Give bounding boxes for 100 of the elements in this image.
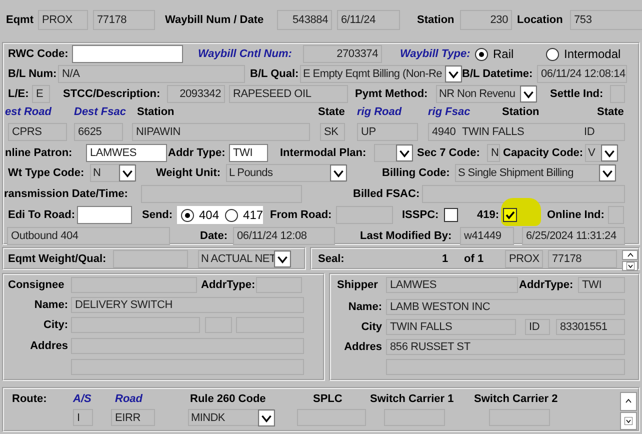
text-field[interactable]: Outbound 404 xyxy=(7,227,170,245)
caret-icon xyxy=(330,164,347,182)
field-label: Name: xyxy=(33,299,68,311)
text-field[interactable]: E xyxy=(32,85,50,103)
text-field[interactable]: TWI xyxy=(578,277,625,293)
radio-button[interactable]: Intermodal xyxy=(546,47,621,61)
field-label: Capacity Code: xyxy=(503,147,584,159)
radio-button[interactable]: 417 xyxy=(225,208,264,222)
field-label: B/L Num: xyxy=(8,68,58,80)
field-label: Switch Carrier 1 xyxy=(370,393,455,405)
dropdown[interactable]: L Pounds xyxy=(226,164,346,182)
text-field[interactable]: 2093342 xyxy=(167,85,225,103)
text-field[interactable] xyxy=(113,250,188,268)
text-field[interactable]: 77178 xyxy=(548,250,617,268)
text-field[interactable]: 4940 TWIN FALLS ID xyxy=(428,123,625,141)
caret-icon xyxy=(599,164,616,182)
text-field[interactable]: CPRS xyxy=(8,123,67,141)
text-field[interactable]: N/A xyxy=(58,65,245,83)
spin-down-button[interactable] xyxy=(622,261,638,271)
text-field[interactable]: TWIN FALLS xyxy=(386,319,516,335)
field-label: A/S xyxy=(73,393,92,405)
input-field[interactable]: LAMWES xyxy=(86,144,167,162)
field-label: Wt Type Code: xyxy=(8,167,86,179)
text-field[interactable]: 77178 xyxy=(93,10,155,30)
dropdown[interactable]: E Empty Eqmt Billing (Non-Re xyxy=(300,65,461,83)
text-field[interactable]: 230 xyxy=(460,10,512,30)
input-field[interactable] xyxy=(77,206,132,224)
text-field[interactable]: 06/11/24 12:08 xyxy=(233,227,335,245)
text-field[interactable]: 543884 xyxy=(277,10,332,30)
field-label: Eqmt xyxy=(6,14,34,26)
field-label: State xyxy=(597,106,624,118)
text-field[interactable]: 753 xyxy=(570,10,642,30)
field-label: Switch Carrier 2 xyxy=(474,393,559,405)
field-label: AddrType: xyxy=(519,279,574,291)
field-label: RWC Code: xyxy=(8,48,70,60)
text-field[interactable]: 6/11/24 xyxy=(337,10,400,30)
field-text: ID xyxy=(584,126,595,138)
dropdown[interactable]: S Single Shipment Billing xyxy=(455,164,615,182)
text-field[interactable]: UP xyxy=(357,123,418,141)
field-label: Location xyxy=(517,14,564,26)
text-field[interactable]: 06/11/24 12:08:14 xyxy=(537,65,627,83)
caret-icon xyxy=(258,409,275,426)
text-field[interactable]: 2703374 xyxy=(303,45,382,63)
text-field[interactable]: I xyxy=(73,409,93,426)
field-label: rig Fsac xyxy=(428,106,472,118)
text-field[interactable]: PROX xyxy=(505,250,543,268)
checkbox[interactable] xyxy=(444,208,458,222)
dropdown[interactable] xyxy=(374,144,412,162)
text-field[interactable] xyxy=(422,185,625,203)
field-label: Road xyxy=(115,393,144,405)
field-label: ransmission Date/Time: xyxy=(4,188,129,200)
field-label: Date: xyxy=(200,230,229,242)
field-label: Settle Ind: xyxy=(550,88,604,100)
text-field[interactable]: 6/25/2024 11:31:24 xyxy=(522,227,625,245)
field-label: nline Patron: xyxy=(5,147,74,159)
radio-button[interactable]: 404 xyxy=(181,208,220,222)
field-label: Billed FSAC: xyxy=(353,188,421,200)
text-field[interactable]: DELIVERY SWITCH xyxy=(71,297,304,313)
field-label: Eqmt Weight/Qual: xyxy=(8,253,108,265)
input-field[interactable]: TWI xyxy=(229,144,268,162)
caret-icon xyxy=(445,66,462,82)
text-field[interactable]: LAMWES xyxy=(386,277,518,293)
caret-icon xyxy=(396,144,413,162)
field-label: Addres xyxy=(343,341,382,353)
field-label: ISSPC: xyxy=(402,209,440,221)
field-label: L/E: xyxy=(8,88,30,100)
text-field[interactable]: ID xyxy=(525,319,550,335)
chevron-up-icon xyxy=(624,251,636,259)
field-label: Sec 7 Code: xyxy=(417,147,481,159)
dropdown[interactable]: N xyxy=(90,164,135,182)
text-field[interactable]: 856 RUSSET ST xyxy=(386,339,625,355)
spin-up-button[interactable] xyxy=(622,250,638,260)
dropdown[interactable]: N ACTUAL NET xyxy=(198,250,290,268)
text-field[interactable]: EIRR xyxy=(111,409,155,426)
field-label: rig Road xyxy=(357,106,403,118)
checkbox[interactable] xyxy=(503,208,517,222)
text-field[interactable]: RAPESEED OIL xyxy=(229,85,348,103)
text-field[interactable]: 83301551 xyxy=(556,319,625,335)
radio-button[interactable]: Rail xyxy=(475,47,546,61)
text-field[interactable]: NIPAWIN xyxy=(132,123,310,141)
text-field[interactable]: N xyxy=(487,144,500,162)
field-label: City xyxy=(360,321,382,333)
text-field[interactable]: 6625 xyxy=(74,123,123,141)
field-label: est Road xyxy=(5,106,53,118)
text-field[interactable]: w41449 xyxy=(460,227,514,245)
dropdown[interactable]: V xyxy=(585,144,617,162)
text-field[interactable]: PROX xyxy=(38,10,88,30)
caret-icon xyxy=(119,164,136,182)
field-label: Waybill Type: xyxy=(400,48,472,60)
dropdown[interactable]: MINDK xyxy=(188,409,274,426)
field-label: Pymt Method: xyxy=(355,88,429,100)
text-field[interactable]: LAMB WESTON INC xyxy=(386,299,625,315)
field-label: Addres xyxy=(29,340,68,352)
field-text: TWIN FALLS xyxy=(462,126,526,138)
field-label: Addr Type: xyxy=(168,147,226,159)
field-label: Last Modified By: xyxy=(360,230,453,242)
input-field[interactable] xyxy=(72,45,183,63)
field-label: STCC/Description: xyxy=(63,88,162,100)
dropdown[interactable]: NR Non Revenu xyxy=(436,85,536,103)
text-field[interactable]: SK xyxy=(320,123,345,141)
